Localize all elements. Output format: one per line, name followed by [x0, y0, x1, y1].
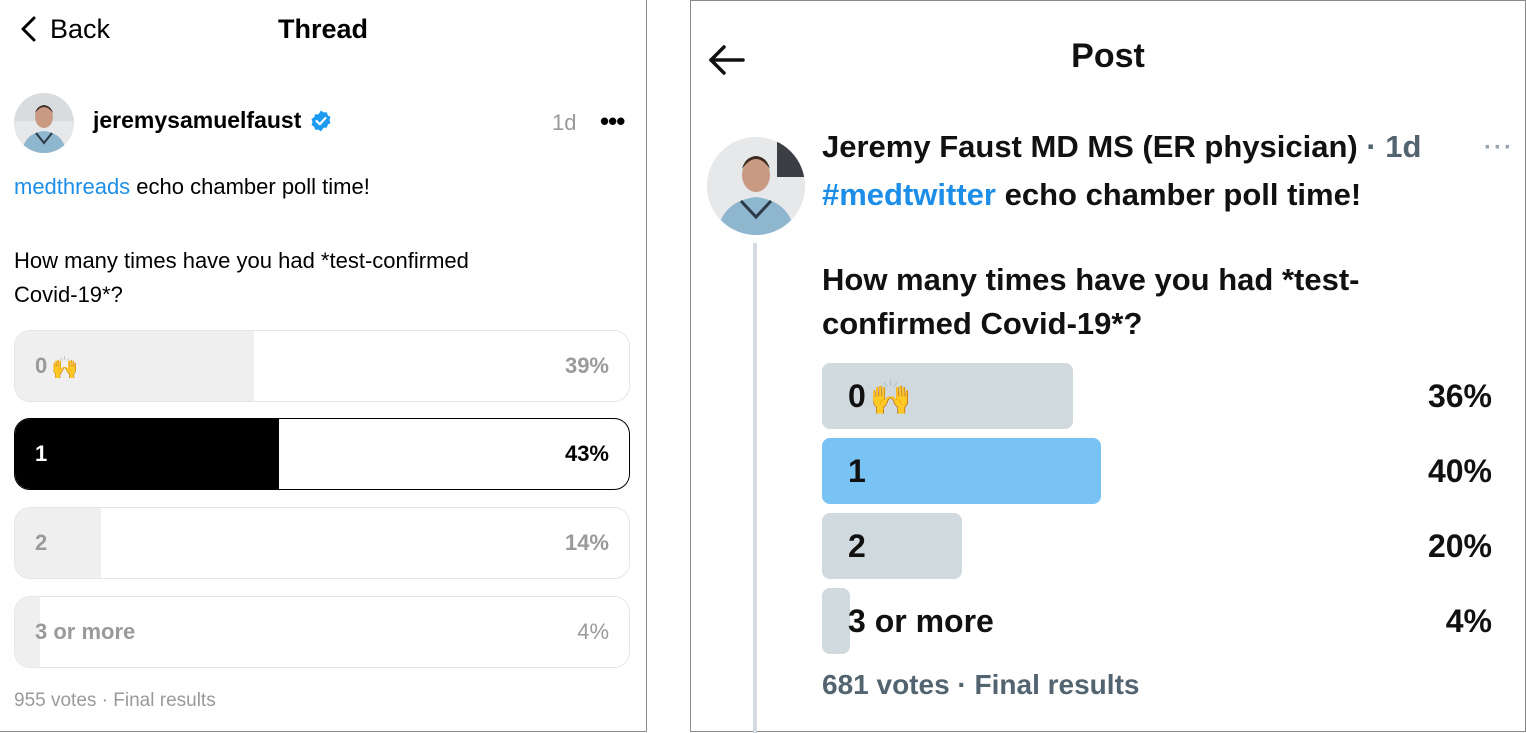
- more-options-icon[interactable]: ···: [1484, 134, 1514, 162]
- poll-option[interactable]: 2 14%: [14, 507, 630, 579]
- post-text-line: medthreads echo chamber poll time!: [14, 170, 370, 204]
- poll-option-label: 3 or more: [848, 603, 994, 639]
- poll-option-label: 0 🙌: [848, 363, 912, 431]
- poll-question: How many times have you had *test-confir…: [14, 244, 469, 312]
- poll-footer: 681 votes · Final results: [822, 669, 1140, 700]
- raising-hands-emoji: 🙌: [51, 355, 79, 380]
- poll-option-fill: [15, 508, 101, 578]
- page-title: Post: [1071, 37, 1145, 75]
- raising-hands-emoji: 🙌: [869, 379, 913, 417]
- poll-option-label: 0 🙌: [35, 331, 79, 401]
- poll-option-percent: 20%: [1427, 528, 1492, 564]
- poll-footer: 955 votes · Final results: [14, 690, 216, 711]
- poll-option-percent: 36%: [1427, 378, 1492, 414]
- avatar[interactable]: [14, 93, 74, 153]
- verified-badge-icon: [309, 109, 333, 133]
- poll-question-line: confirmed Covid-19*?: [822, 306, 1143, 341]
- poll-question-line: How many times have you had *test-confir…: [14, 248, 469, 273]
- thread-line: [753, 243, 757, 733]
- poll-option-label: 2: [35, 530, 48, 555]
- poll-option-percent: 43%: [564, 441, 609, 466]
- topic-tag-link[interactable]: medthreads: [14, 174, 130, 199]
- display-name[interactable]: Jeremy Faust MD MS (ER physician): [822, 129, 1358, 164]
- poll-question-line: Covid-19*?: [14, 282, 123, 307]
- poll-option-winner: 1 40%: [822, 438, 1492, 504]
- post-text: echo chamber poll time!: [995, 177, 1362, 212]
- poll-option-label: 2: [848, 528, 866, 564]
- author-row: Jeremy Faust MD MS (ER physician) · 1d: [822, 129, 1421, 165]
- post-time: 1d: [552, 110, 577, 135]
- avatar[interactable]: [707, 137, 805, 235]
- poll-option: 3 or more 4%: [822, 588, 1492, 654]
- poll-option[interactable]: 3 or more 4%: [14, 596, 630, 668]
- poll-option-percent: 14%: [564, 530, 609, 555]
- post-text: echo chamber poll time!: [130, 174, 370, 199]
- poll-option-percent: 39%: [564, 353, 609, 378]
- poll-option-label: 3 or more: [35, 619, 136, 644]
- post-time: · 1d: [1357, 129, 1422, 164]
- poll-option-label: 1: [848, 453, 866, 489]
- poll-option: 2 20%: [822, 513, 1492, 579]
- username[interactable]: jeremysamuelfaust: [93, 107, 301, 134]
- poll-option-fill: [822, 513, 962, 579]
- poll-question: How many times have you had *test- confi…: [822, 258, 1359, 346]
- poll-option-percent: 4%: [1445, 603, 1492, 639]
- poll-option[interactable]: 0 🙌 39%: [14, 330, 630, 402]
- post-text-line: #medtwitter echo chamber poll time!: [822, 173, 1361, 217]
- poll-option-label: 1: [35, 441, 48, 466]
- avatar-photo: [14, 93, 74, 153]
- poll-option-percent: 40%: [1427, 453, 1492, 489]
- threads-panel: Back Thread jeremysamuelfaust 1d ••• med…: [0, 0, 647, 732]
- poll-option-fill: [15, 419, 280, 489]
- hashtag-link[interactable]: #medtwitter: [822, 177, 996, 212]
- poll-option-fill: [822, 588, 850, 654]
- x-panel: Post Jeremy Faust MD MS (ER physician) ·…: [690, 0, 1526, 733]
- poll-option-percent: 4%: [577, 619, 609, 644]
- avatar-photo: [707, 137, 805, 235]
- poll-option-selected[interactable]: 1 43%: [14, 418, 630, 490]
- poll-option: 0 🙌 36%: [822, 363, 1492, 429]
- author-row: jeremysamuelfaust: [93, 107, 333, 134]
- page-title: Thread: [277, 14, 369, 44]
- more-options-icon[interactable]: •••: [600, 108, 625, 134]
- poll-question-line: How many times have you had *test-: [822, 262, 1360, 297]
